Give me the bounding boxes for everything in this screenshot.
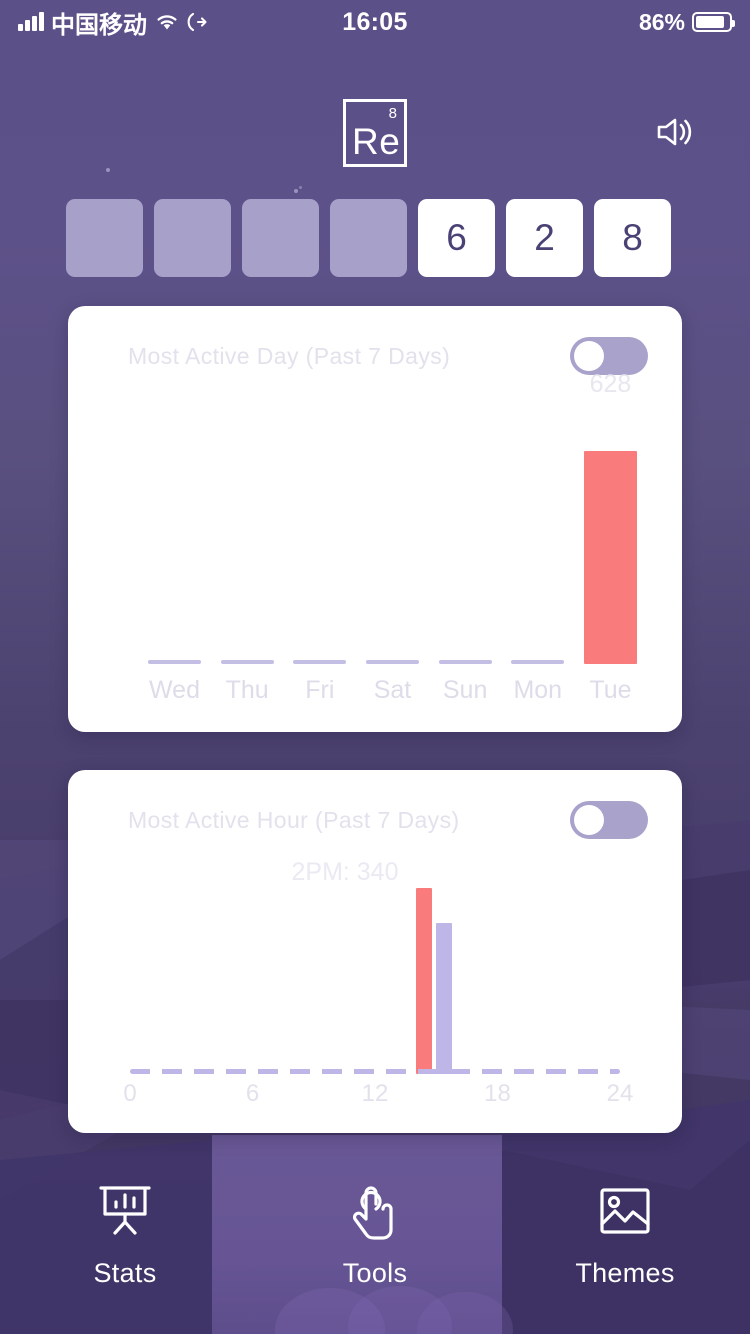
counter-tiles: 6 2 8: [66, 199, 684, 277]
counter-tile[interactable]: [242, 199, 319, 277]
day-bar-chart: Wed Thu Fri Sat Sun Mon 628 Tue: [148, 370, 637, 704]
day-column[interactable]: Fri: [293, 411, 347, 704]
app-screen: 中国移动 16:05 86% Re 8 6 2 8 Most Active Da…: [0, 0, 750, 1334]
day-column[interactable]: Wed: [148, 411, 201, 704]
day-axis-label: Fri: [305, 676, 335, 704]
day-column[interactable]: Sat: [365, 411, 419, 704]
battery-icon: [692, 12, 735, 32]
counter-tile[interactable]: [154, 199, 231, 277]
counter-tile[interactable]: [66, 199, 143, 277]
counter-tile[interactable]: 2: [506, 199, 583, 277]
app-logo: Re 8: [343, 99, 407, 167]
day-column[interactable]: Mon: [511, 411, 565, 704]
tab-stats[interactable]: Stats: [0, 1134, 250, 1334]
hour-tick-label: 12: [361, 1080, 389, 1107]
presentation-chart-icon: [99, 1186, 151, 1235]
day-bar: [148, 660, 201, 664]
hour-tick-label: 0: [123, 1080, 137, 1107]
status-bar-clock: 16:05: [342, 7, 408, 36]
battery-percent-label: 86%: [638, 8, 685, 35]
sound-toggle-button[interactable]: [652, 110, 698, 154]
day-axis-label: Thu: [225, 676, 269, 704]
hour-tick-label: 24: [606, 1080, 634, 1107]
day-bar: [511, 660, 565, 664]
status-bar-right: 86%: [638, 8, 735, 36]
tab-tools[interactable]: Tools: [250, 1134, 500, 1334]
background-particle: [106, 168, 110, 172]
day-axis-label: Tue: [589, 676, 632, 704]
day-column[interactable]: Sun: [438, 411, 492, 704]
card-title: Most Active Day (Past 7 Days): [128, 342, 451, 369]
day-column[interactable]: 628 Tue: [583, 370, 637, 704]
most-active-day-card: Most Active Day (Past 7 Days) Wed Thu Fr…: [68, 306, 682, 732]
logo-symbol: Re: [352, 121, 401, 162]
bottom-tab-bar: Stats Tools Themes: [0, 1134, 750, 1334]
hour-axis-ticks: 0 6 12 18 24: [123, 1080, 633, 1114]
day-bar: [293, 660, 347, 664]
hour-tick-label: 6: [245, 1080, 260, 1107]
speaker-volume-icon: [657, 118, 692, 146]
day-bar: [365, 660, 419, 664]
day-bar: [583, 451, 637, 664]
day-axis-label: Sun: [442, 676, 488, 704]
background-particle: [294, 189, 298, 193]
tab-label: Themes: [575, 1258, 675, 1288]
day-axis-label: Wed: [149, 676, 200, 704]
day-bar: [438, 660, 492, 664]
card-title: Most Active Hour (Past 7 Days): [128, 806, 460, 833]
hour-bar-peak[interactable]: [415, 888, 432, 1074]
day-bar: [220, 660, 274, 664]
toggle-knob: [574, 341, 604, 371]
most-active-hour-card: Most Active Hour (Past 7 Days) 2PM: 340 …: [68, 770, 682, 1133]
tab-themes[interactable]: Themes: [500, 1134, 750, 1334]
background-particle: [299, 186, 302, 189]
tab-label: Stats: [93, 1258, 157, 1288]
tap-finger-icon: [352, 1186, 393, 1240]
counter-tile[interactable]: 6: [418, 199, 495, 277]
hour-bar-chart: [130, 888, 620, 1074]
toggle-knob: [574, 805, 604, 835]
hour-chart-toggle[interactable]: [570, 801, 648, 839]
hour-bar-secondary[interactable]: [436, 923, 453, 1074]
logo-number: 8: [388, 105, 397, 122]
hour-peak-annotation: 2PM: 340: [291, 858, 399, 886]
card-header: Most Active Hour (Past 7 Days): [68, 770, 682, 870]
counter-tile[interactable]: [330, 199, 407, 277]
day-axis-label: Mon: [513, 676, 563, 704]
tab-label: Tools: [342, 1258, 408, 1288]
image-picture-icon: [600, 1188, 650, 1234]
day-value-label: 628: [589, 370, 632, 398]
hour-tick-label: 18: [484, 1080, 511, 1107]
hour-axis-baseline: [130, 1069, 620, 1074]
status-bar: 中国移动 16:05 86%: [0, 0, 750, 44]
counter-tile[interactable]: 8: [594, 199, 671, 277]
day-axis-label: Sat: [373, 676, 412, 704]
day-column[interactable]: Thu: [220, 411, 274, 704]
